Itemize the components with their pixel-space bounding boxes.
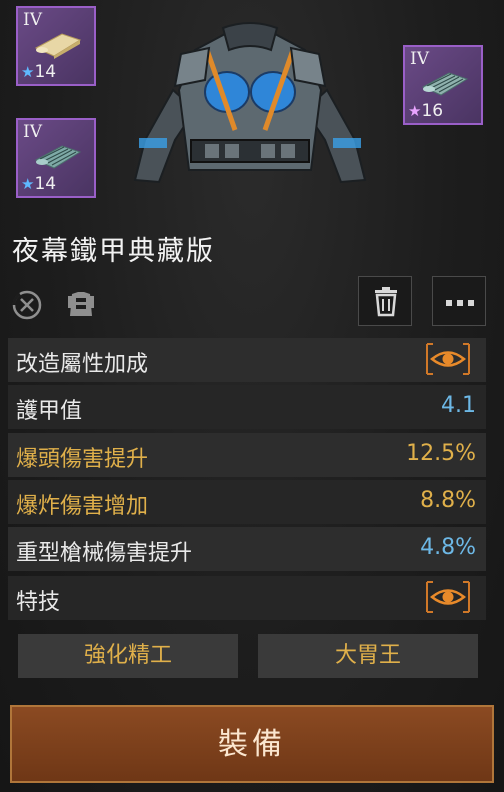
trash-icon: [375, 287, 397, 317]
perks-header-label: 特技: [16, 590, 61, 615]
item-name: 夜幕鐵甲典藏版: [12, 236, 215, 267]
stat-value: 8.8%: [420, 488, 476, 513]
stat-value: 4.8%: [420, 535, 476, 560]
delete-button[interactable]: [358, 276, 412, 326]
material-slot-mesh[interactable]: IV ★14: [16, 118, 96, 198]
stat-row-headshot: 爆頭傷害提升 12.5%: [8, 433, 486, 477]
stat-label: 爆頭傷害提升: [16, 447, 149, 472]
perks-header: 特技: [8, 576, 486, 620]
more-button[interactable]: [432, 276, 486, 326]
perk-button[interactable]: 強化精工: [18, 634, 238, 678]
eye-icon[interactable]: [424, 342, 472, 376]
stat-label: 護甲值: [16, 399, 83, 424]
stat-label: 爆炸傷害增加: [16, 494, 149, 519]
stat-value: 4.1: [441, 393, 476, 418]
stats-header-label: 改造屬性加成: [16, 352, 149, 377]
stat-row-explosive: 爆炸傷害增加 8.8%: [8, 480, 486, 524]
equip-button[interactable]: 裝備: [10, 705, 494, 783]
armor-image: [133, 22, 367, 184]
stat-value: 12.5%: [406, 441, 476, 466]
stat-row-heavy-weapon: 重型槍械傷害提升 4.8%: [8, 527, 486, 571]
stat-row-armor: 護甲值 4.1: [8, 385, 486, 429]
more-icon: [446, 300, 474, 306]
material-quantity: ★14: [21, 174, 57, 194]
fabric-roll-icon: [34, 33, 82, 59]
star-icon: ★: [21, 175, 35, 193]
material-tier: IV: [23, 10, 42, 30]
material-slot-mesh-rare[interactable]: IV ★16: [403, 45, 483, 125]
material-slot-fabric[interactable]: IV ★14: [16, 6, 96, 86]
material-tier: IV: [23, 122, 42, 142]
armor-slot-icon[interactable]: [64, 288, 98, 322]
star-icon: ★: [408, 102, 422, 120]
star-icon: ★: [21, 63, 35, 81]
eye-icon[interactable]: [424, 580, 472, 614]
material-tier: IV: [410, 49, 429, 69]
stat-label: 重型槍械傷害提升: [16, 541, 193, 566]
mesh-roll-icon: [34, 145, 82, 169]
material-quantity: ★16: [408, 101, 444, 121]
perk-button[interactable]: 大胃王: [258, 634, 478, 678]
mesh-roll-icon: [421, 72, 469, 96]
cancel-circle-icon[interactable]: [10, 288, 44, 322]
stats-header: 改造屬性加成: [8, 338, 486, 382]
material-quantity: ★14: [21, 62, 57, 82]
